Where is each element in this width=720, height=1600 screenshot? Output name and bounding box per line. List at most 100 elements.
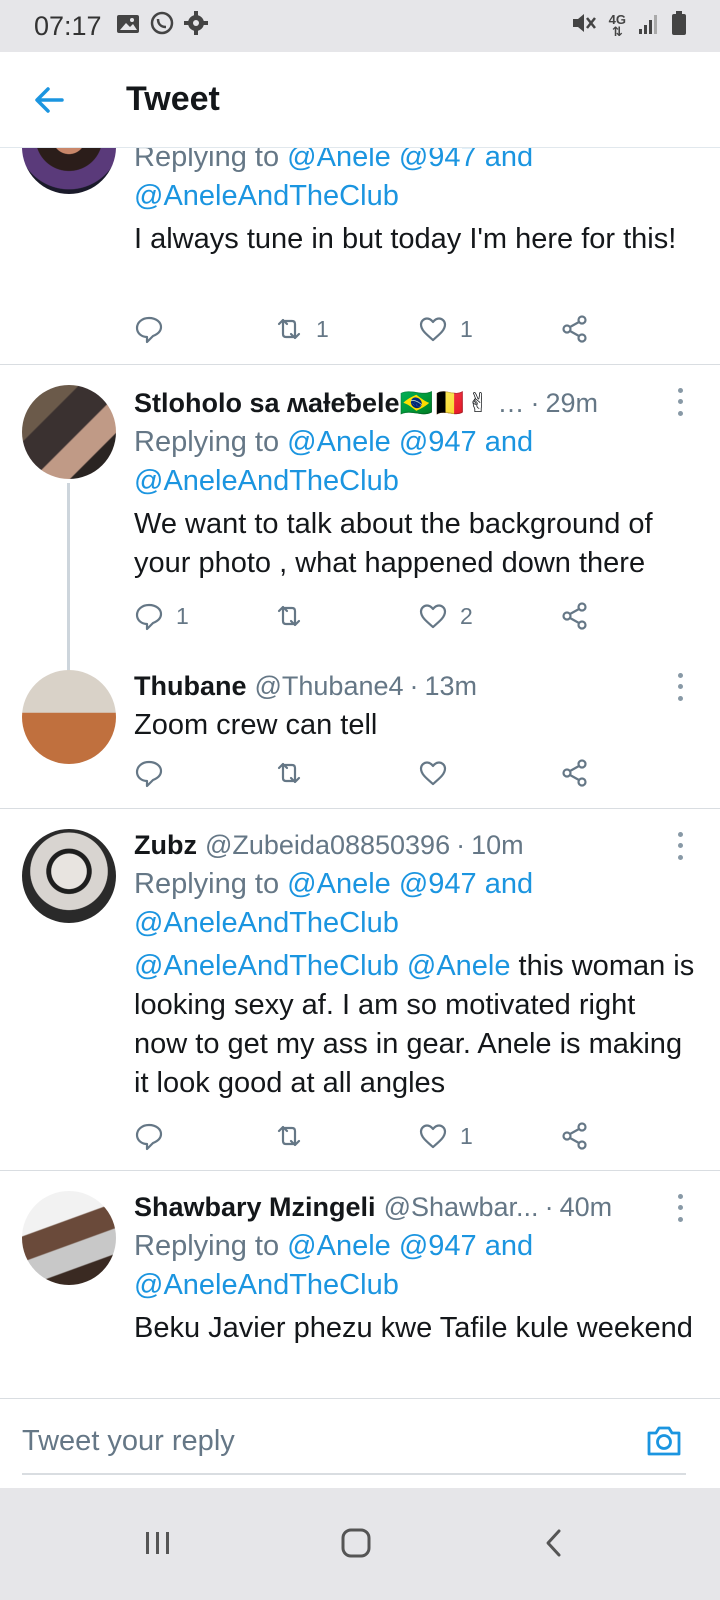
author-name[interactable]: Stloholo sa ʍaƚeƀele🇧🇷🇧🇪✌ [134,383,489,423]
camera-icon[interactable] [644,1421,684,1461]
more-options-icon[interactable] [670,1191,690,1225]
reply-button[interactable]: 1 [134,601,189,631]
tweet-time[interactable]: 29m [545,383,598,423]
tweet-item[interactable]: Shawbary Mzingeli @Shawbar... · 40m Repl… [0,1171,720,1401]
tweet-header: Zubz @Zubeida08850396 · 10m [134,825,696,865]
recent-apps-icon[interactable] [128,1518,188,1568]
avatar[interactable] [22,148,116,194]
replying-to-label: Replying to [134,426,280,458]
tweet-actions [134,758,604,794]
author-handle[interactable]: @Thubane4 [255,666,404,706]
replying-to-label: Replying to [134,148,280,173]
replying-to: Replying to @Anele @947 and @AneleAndThe… [134,423,696,501]
mute-icon [571,11,597,42]
tweet-actions: 1 2 [134,601,604,637]
network-4g-icon: 4G ⇅ [608,12,626,39]
retweet-button[interactable] [274,1121,316,1151]
home-icon[interactable] [326,1518,386,1568]
whatsapp-icon [150,11,174,42]
page-title: Tweet [126,80,220,118]
reply-input[interactable] [22,1421,622,1461]
tweet-header: Shawbary Mzingeli @Shawbar... · 40m [134,1187,696,1227]
status-bar: 07:17 4G ⇅ [0,0,720,52]
reply-mention-club[interactable]: @AneleAndTheClub [134,1269,399,1301]
replying-to: Replying to @Anele @947 and @AneleAndThe… [134,865,696,943]
tweet-text: @AneleAndTheClub @Anele this woman is lo… [134,947,696,1103]
network-label: 4G [608,12,626,27]
text-mentions[interactable]: @AneleAndTheClub @Anele [134,950,511,982]
author-handle[interactable]: … [497,383,524,423]
retweet-icon [277,318,301,340]
reply-button[interactable] [134,1121,176,1151]
thread-line [67,483,70,673]
share-icon [562,759,587,787]
author-handle[interactable]: @Zubeida08850396 [205,825,450,865]
share-button[interactable] [560,314,590,344]
author-name[interactable]: Thubane [134,666,247,706]
reply-button[interactable] [134,758,176,788]
retweet-icon [277,762,301,784]
like-button[interactable] [418,758,460,788]
input-underline [22,1473,686,1475]
separator-dot: · [409,671,419,701]
share-button[interactable] [560,601,590,631]
heart-icon [419,1124,447,1149]
reply-mentions[interactable]: @Anele @947 and [287,148,533,173]
signal-icon [638,11,660,42]
back-icon[interactable] [524,1518,584,1568]
replying-to-label: Replying to [134,868,280,900]
avatar[interactable] [22,829,116,923]
author-name[interactable]: Shawbary Mzingeli [134,1187,376,1227]
like-button[interactable]: 1 [418,314,473,344]
reply-icon [135,603,163,631]
more-options-icon[interactable] [670,670,690,704]
like-button[interactable]: 1 [418,1121,473,1151]
reply-mention-club[interactable]: @AneleAndTheClub [134,907,399,939]
avatar[interactable] [22,1191,116,1285]
battery-icon [672,10,686,42]
retweet-button[interactable] [274,601,316,631]
tweet-actions: 1 1 [134,314,604,350]
retweet-button[interactable] [274,758,316,788]
tweet-text: Beku Javier phezu kwe Tafile kule weeken… [134,1312,693,1344]
retweet-icon [277,1125,301,1147]
reply-count: 1 [176,602,189,629]
avatar[interactable] [22,385,116,479]
share-icon [562,1122,587,1150]
like-button[interactable]: 2 [418,601,473,631]
separator-dot: · [530,388,540,418]
author-handle[interactable]: @Shawbar... [384,1187,539,1227]
retweet-icon [277,605,301,627]
tweet-time[interactable]: 10m [471,825,524,865]
replying-to: Replying to @Anele @947 and @AneleAndThe… [134,148,696,216]
reply-icon [135,760,163,788]
tweet-item[interactable]: Stloholo sa ʍaƚeƀele🇧🇷🇧🇪✌ … · 29m Replyi… [0,365,720,673]
heart-icon [419,604,447,629]
tweet-time[interactable]: 40m [560,1187,613,1227]
tweet-time[interactable]: 13m [425,666,478,706]
share-icon [562,602,587,630]
tweet-text: Zoom crew can tell [134,709,378,741]
reply-feed[interactable]: Replying to @Anele @947 and @AneleAndThe… [0,148,720,1428]
reply-button[interactable] [134,314,176,344]
share-button[interactable] [560,758,590,788]
reply-mention-club[interactable]: @AneleAndTheClub [134,180,399,212]
back-arrow-icon[interactable] [30,80,70,120]
retweet-count: 1 [316,315,329,342]
share-button[interactable] [560,1121,590,1151]
avatar[interactable] [22,670,116,764]
reply-mentions[interactable]: @Anele @947 and [287,1230,533,1262]
tweet-item[interactable]: Replying to @Anele @947 and @AneleAndThe… [0,148,720,364]
retweet-button[interactable]: 1 [274,314,329,344]
tweet-item[interactable]: Thubane @Thubane4 · 13m Zoom crew can te… [0,650,720,808]
tweet-text: We want to talk about the background of … [134,508,653,579]
more-options-icon[interactable] [670,385,690,419]
reply-mentions[interactable]: @Anele @947 and [287,868,533,900]
more-options-icon[interactable] [670,829,690,863]
system-nav-bar [0,1488,720,1600]
author-name[interactable]: Zubz [134,825,197,865]
reply-mentions[interactable]: @Anele @947 and [287,426,533,458]
tweet-item[interactable]: Zubz @Zubeida08850396 · 10m Replying to … [0,809,720,1170]
reply-mention-club[interactable]: @AneleAndTheClub [134,465,399,497]
reply-icon [135,316,163,344]
